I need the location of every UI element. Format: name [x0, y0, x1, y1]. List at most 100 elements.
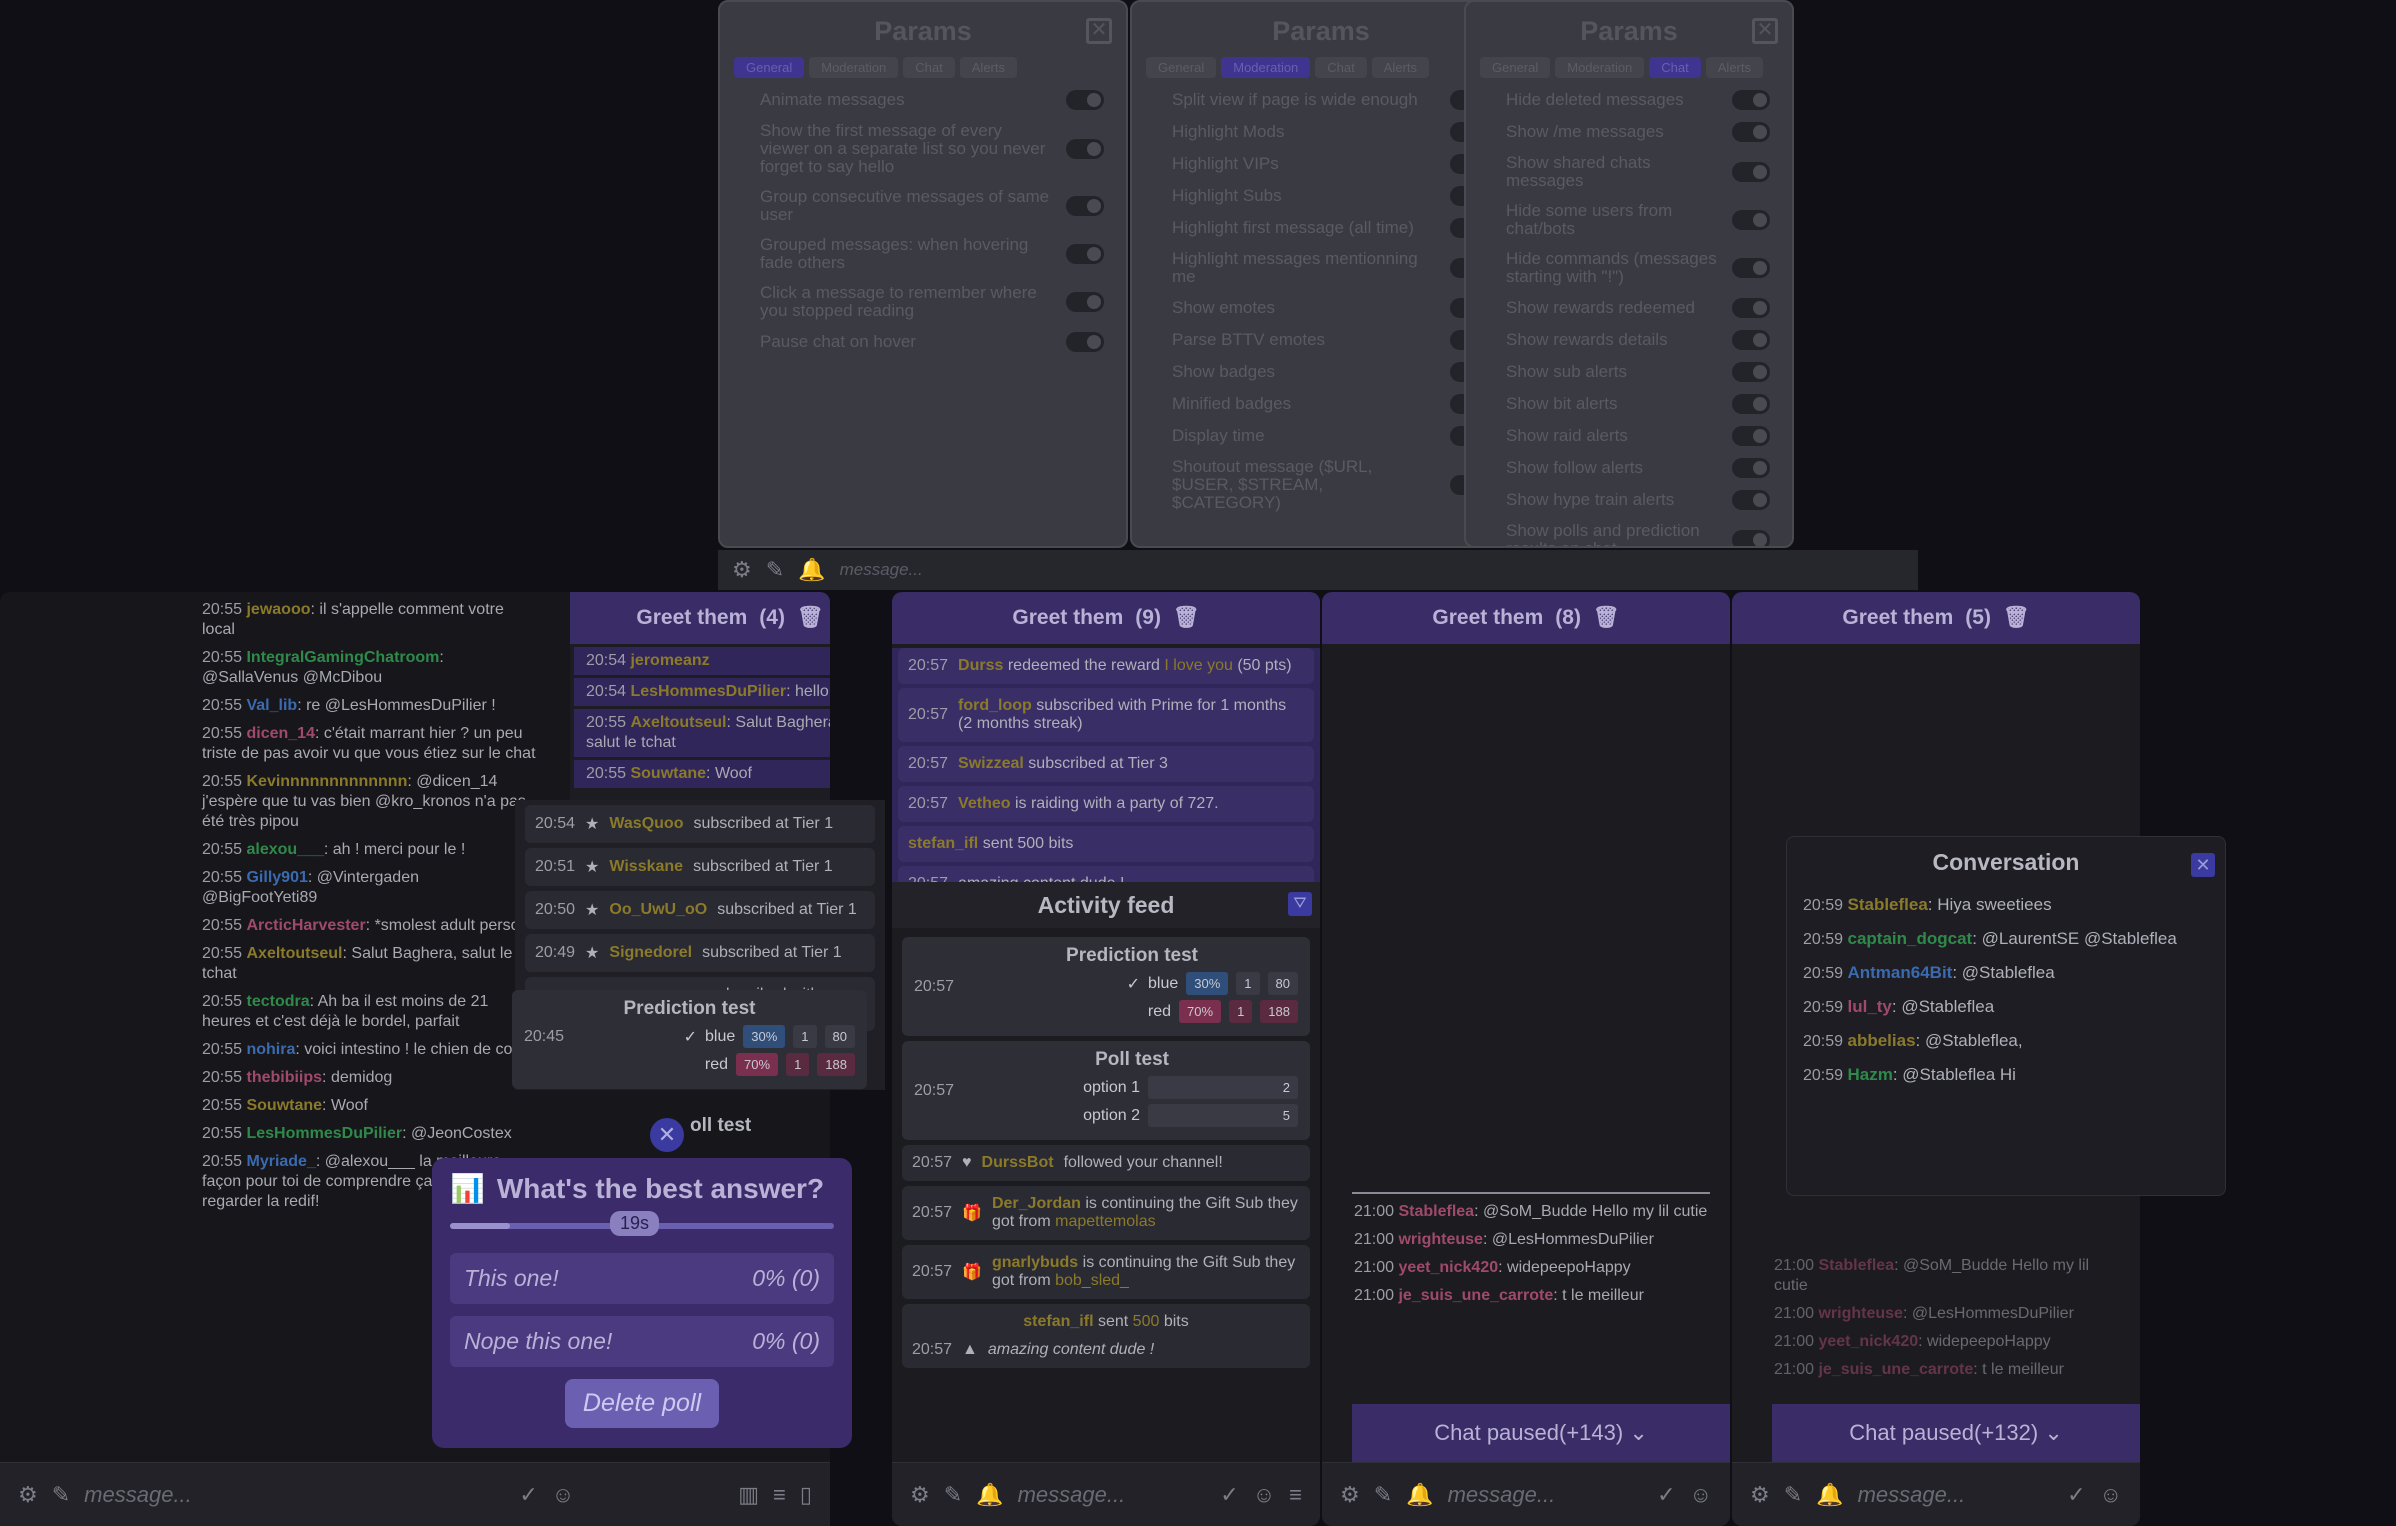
- gifter[interactable]: bob_sled_: [1055, 1272, 1129, 1289]
- username[interactable]: ford_loop: [958, 697, 1032, 714]
- username[interactable]: DurssBot: [982, 1154, 1054, 1172]
- username[interactable]: alexou___: [246, 841, 323, 858]
- toggle-switch[interactable]: [1732, 458, 1770, 478]
- username[interactable]: Gilly901: [246, 869, 307, 886]
- username[interactable]: Stableflea: [1818, 1257, 1894, 1274]
- username[interactable]: tectodra: [246, 993, 309, 1010]
- prediction-icon[interactable]: ≡: [1289, 1482, 1302, 1508]
- toggle-switch[interactable]: [1732, 330, 1770, 350]
- username[interactable]: Durss: [958, 657, 1003, 674]
- toggle-switch[interactable]: [1732, 362, 1770, 382]
- bell-icon[interactable]: 🔔: [1816, 1482, 1843, 1508]
- edit-icon[interactable]: ✎: [52, 1482, 70, 1508]
- toggle-switch[interactable]: [1066, 196, 1104, 216]
- username[interactable]: wrighteuse: [1818, 1305, 1902, 1322]
- emote-icon[interactable]: ☺: [1690, 1482, 1712, 1508]
- poll-option[interactable]: This one! 0% (0): [450, 1253, 834, 1304]
- username[interactable]: dicen_14: [246, 725, 314, 742]
- message-input[interactable]: message...: [1448, 1482, 1644, 1508]
- message-input[interactable]: message...: [1018, 1482, 1207, 1508]
- username[interactable]: yeet_nick420: [1398, 1259, 1498, 1276]
- username[interactable]: stefan_ifl: [1023, 1313, 1093, 1330]
- username[interactable]: stefan_ifl: [908, 835, 978, 852]
- username[interactable]: Axeltoutseul: [246, 945, 342, 962]
- close-icon[interactable]: ✕: [650, 1118, 684, 1152]
- username[interactable]: je_suis_une_carrote: [1398, 1287, 1553, 1304]
- username[interactable]: Vetheo: [958, 795, 1010, 812]
- gifter[interactable]: mapettemolas: [1055, 1213, 1156, 1230]
- username[interactable]: IntegralGamingChatroom: [246, 649, 439, 666]
- tab-moderation[interactable]: Moderation: [1221, 57, 1311, 78]
- poll-option[interactable]: Nope this one! 0% (0): [450, 1316, 834, 1367]
- toggle-switch[interactable]: [1732, 90, 1770, 110]
- check-icon[interactable]: ✓: [2067, 1482, 2085, 1508]
- edit-icon[interactable]: ✎: [944, 1482, 962, 1508]
- username[interactable]: lul_ty: [1847, 997, 1891, 1016]
- username[interactable]: LesHommesDuPilier: [246, 1125, 402, 1142]
- tab-general[interactable]: General: [1480, 57, 1551, 78]
- prediction-icon[interactable]: ≡: [773, 1482, 786, 1508]
- username[interactable]: abbelias: [1847, 1031, 1915, 1050]
- trash-icon[interactable]: 🗑: [1173, 606, 1200, 630]
- tab-alerts[interactable]: Alerts: [959, 57, 1017, 78]
- filter-icon[interactable]: ⛛: [1288, 892, 1312, 916]
- close-icon[interactable]: ✕: [1086, 18, 1112, 44]
- close-icon[interactable]: ✕: [2191, 853, 2215, 877]
- username[interactable]: Signedorel: [609, 944, 692, 962]
- username[interactable]: je_suis_une_carrote: [1818, 1361, 1973, 1378]
- edit-icon[interactable]: ✎: [1374, 1482, 1392, 1508]
- username[interactable]: Souwtane: [246, 1097, 322, 1114]
- edit-icon[interactable]: ✎: [766, 557, 784, 583]
- toggle-switch[interactable]: [1732, 298, 1770, 318]
- bookmark-icon[interactable]: ▯: [800, 1482, 812, 1508]
- trash-icon[interactable]: 🗑: [1593, 606, 1620, 630]
- username[interactable]: nohira: [246, 1041, 295, 1058]
- chat-paused-button[interactable]: Chat paused(+143) ⌄: [1352, 1404, 1730, 1462]
- gear-icon[interactable]: ⚙: [732, 557, 752, 583]
- username[interactable]: Val_lib: [246, 697, 297, 714]
- bell-icon[interactable]: 🔔: [976, 1482, 1003, 1508]
- gear-icon[interactable]: ⚙: [18, 1482, 38, 1508]
- username[interactable]: LesHommesDuPilier: [630, 683, 786, 700]
- tab-chat[interactable]: Chat: [1649, 57, 1701, 78]
- trash-icon[interactable]: 🗑: [797, 606, 824, 630]
- username[interactable]: Stableflea: [1398, 1203, 1474, 1220]
- tab-moderation[interactable]: Moderation: [1555, 57, 1645, 78]
- username[interactable]: Der_Jordan: [992, 1195, 1081, 1212]
- toggle-switch[interactable]: [1732, 490, 1770, 510]
- toggle-switch[interactable]: [1732, 162, 1770, 182]
- username[interactable]: Swizzeal: [958, 755, 1024, 772]
- gear-icon[interactable]: ⚙: [1340, 1482, 1360, 1508]
- gear-icon[interactable]: ⚙: [1750, 1482, 1770, 1508]
- tab-alerts[interactable]: Alerts: [1371, 57, 1429, 78]
- tab-general[interactable]: General: [1146, 57, 1217, 78]
- toggle-switch[interactable]: [1066, 332, 1104, 352]
- username[interactable]: captain_dogcat: [1847, 929, 1972, 948]
- username[interactable]: Myriade_: [246, 1153, 315, 1170]
- tab-chat[interactable]: Chat: [903, 57, 955, 78]
- toggle-switch[interactable]: [1732, 210, 1770, 230]
- close-icon[interactable]: ✕: [1752, 18, 1778, 44]
- username[interactable]: wrighteuse: [1398, 1231, 1482, 1248]
- username[interactable]: ArcticHarvester: [246, 917, 365, 934]
- check-icon[interactable]: ✓: [1220, 1482, 1238, 1508]
- tab-general[interactable]: General: [734, 57, 805, 78]
- check-icon[interactable]: ✓: [519, 1482, 537, 1508]
- toggle-switch[interactable]: [1066, 139, 1104, 159]
- message-input[interactable]: message...: [84, 1482, 505, 1508]
- emote-icon[interactable]: ☺: [2100, 1482, 2122, 1508]
- gear-icon[interactable]: ⚙: [910, 1482, 930, 1508]
- tab-moderation[interactable]: Moderation: [809, 57, 899, 78]
- toggle-switch[interactable]: [1066, 90, 1104, 110]
- username[interactable]: Oo_UwU_oO: [609, 901, 707, 919]
- trash-icon[interactable]: 🗑: [2003, 606, 2030, 630]
- username[interactable]: WasQuoo: [609, 815, 683, 833]
- tab-chat[interactable]: Chat: [1315, 57, 1367, 78]
- chat-paused-button[interactable]: Chat paused(+132) ⌄: [1772, 1404, 2140, 1462]
- message-input[interactable]: message...: [840, 560, 1904, 580]
- edit-icon[interactable]: ✎: [1784, 1482, 1802, 1508]
- toggle-switch[interactable]: [1732, 122, 1770, 142]
- username[interactable]: Wisskane: [609, 858, 683, 876]
- toggle-switch[interactable]: [1066, 244, 1104, 264]
- username[interactable]: jeromeanz: [630, 652, 709, 669]
